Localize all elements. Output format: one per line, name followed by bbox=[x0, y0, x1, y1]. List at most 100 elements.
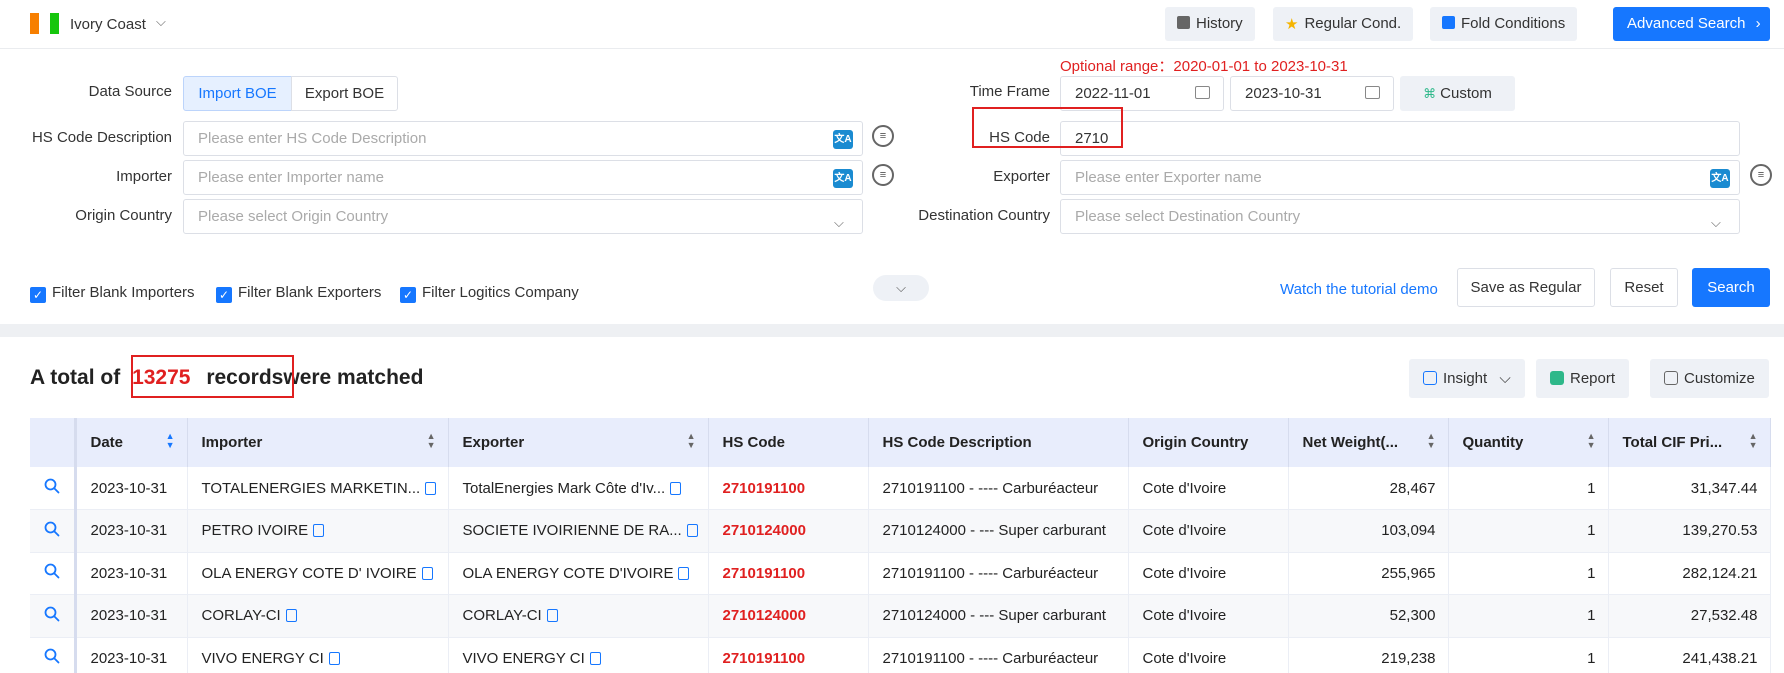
end-date-input[interactable]: 2023-10-31 bbox=[1230, 76, 1394, 111]
cell-exporter[interactable]: SOCIETE IVOIRIENNE DE RA... bbox=[448, 509, 709, 553]
row-detail-button[interactable] bbox=[30, 467, 77, 510]
import-boe-tab[interactable]: Import BOE bbox=[183, 76, 292, 111]
row-detail-button[interactable] bbox=[30, 509, 77, 553]
hs-code-input[interactable]: 2710 bbox=[1060, 121, 1740, 156]
table-row[interactable]: 2023-10-31 CORLAY-CI CORLAY-CI 2710124000 27… bbox=[30, 594, 1771, 638]
start-date-input[interactable]: 2022-11-01 bbox=[1060, 76, 1224, 111]
translate-icon[interactable]: 文A bbox=[1710, 169, 1730, 188]
copy-icon[interactable] bbox=[421, 566, 433, 580]
translate-icon[interactable]: 文A bbox=[833, 169, 853, 188]
hs-desc-input[interactable]: Please enter HS Code Description 文A bbox=[183, 121, 863, 156]
search-button[interactable]: Search bbox=[1692, 268, 1770, 307]
cell-importer[interactable]: VIVO ENERGY CI bbox=[187, 637, 449, 673]
export-boe-tab[interactable]: Export BOE bbox=[291, 76, 398, 111]
save-as-regular-button[interactable]: Save as Regular bbox=[1457, 268, 1595, 307]
cell-text: PETRO IVOIRE bbox=[201, 522, 309, 540]
table-row[interactable]: 2023-10-31 OLA ENERGY COTE D' IVOIRE OLA E… bbox=[30, 552, 1771, 595]
copy-icon[interactable] bbox=[285, 609, 297, 623]
cell-importer[interactable]: PETRO IVOIRE bbox=[187, 509, 449, 553]
data-source-label: Data Source bbox=[88, 83, 172, 100]
cell-hs-desc: 2710191100 - ---- Carburéacteur bbox=[868, 552, 1129, 595]
destination-country-select[interactable]: Please select Destination Country ⌵ bbox=[1060, 199, 1740, 234]
cell-text: 1 bbox=[1587, 564, 1596, 582]
cell-text: 2710124000 bbox=[722, 522, 806, 540]
cell-hs-code: 2710191100 bbox=[708, 552, 869, 595]
custom-date-button[interactable]: ⌘ Custom bbox=[1400, 76, 1515, 111]
advanced-search-button[interactable]: Advanced Search › bbox=[1613, 7, 1770, 41]
cell-exporter[interactable]: CORLAY-CI bbox=[448, 594, 709, 638]
cell-text: Cote d'Ivoire bbox=[1142, 607, 1227, 625]
chevron-down-icon[interactable]: ⌵ bbox=[156, 14, 166, 30]
sort-icon[interactable]: ▲ ▼ bbox=[687, 432, 696, 450]
reset-button[interactable]: Reset bbox=[1610, 268, 1678, 307]
filter-blank-importers-checkbox[interactable]: ✓ Filter Blank Importers bbox=[30, 283, 195, 303]
copy-icon[interactable] bbox=[589, 651, 601, 665]
tutorial-link[interactable]: Watch the tutorial demo bbox=[1280, 281, 1438, 298]
row-detail-button[interactable] bbox=[30, 637, 77, 673]
multi-select-icon[interactable]: ≡ bbox=[1750, 164, 1772, 186]
copy-icon[interactable] bbox=[686, 524, 698, 538]
multi-select-icon[interactable]: ≡ bbox=[872, 164, 894, 186]
fold-conditions-button[interactable]: Fold Conditions bbox=[1430, 7, 1578, 41]
cell-quantity: 1 bbox=[1448, 467, 1609, 510]
filter-logistics-checkbox[interactable]: ✓ Filter Logitics Company bbox=[400, 283, 579, 303]
report-label: Report bbox=[1570, 370, 1616, 387]
customize-button[interactable]: Customize bbox=[1650, 359, 1769, 398]
report-button[interactable]: Report bbox=[1536, 359, 1630, 398]
column-header-total-cif[interactable]: Total CIF Pri... ▲ ▼ bbox=[1608, 418, 1771, 467]
calendar-icon bbox=[1195, 86, 1210, 99]
copy-icon[interactable] bbox=[313, 524, 325, 538]
row-detail-button[interactable] bbox=[30, 552, 77, 595]
sort-icon[interactable]: ▲ ▼ bbox=[1749, 432, 1758, 450]
sort-icon[interactable]: ▲ ▼ bbox=[1427, 432, 1436, 450]
cell-importer[interactable]: OLA ENERGY COTE D' IVOIRE bbox=[187, 552, 449, 595]
origin-country-select[interactable]: Please select Origin Country ⌵ bbox=[183, 199, 863, 234]
cell-exporter[interactable]: VIVO ENERGY CI bbox=[448, 637, 709, 673]
cell-exporter[interactable]: OLA ENERGY COTE D'IVOIRE bbox=[448, 552, 709, 595]
chevron-right-icon: › bbox=[1755, 15, 1761, 32]
cell-exporter[interactable]: TotalEnergies Mark Côte d'Iv... bbox=[448, 467, 709, 510]
copy-icon[interactable] bbox=[546, 609, 558, 623]
expand-filters-button[interactable]: ⌵ bbox=[873, 275, 929, 301]
insight-dropdown[interactable]: Insight ⌵ bbox=[1409, 359, 1525, 398]
cell-importer[interactable]: CORLAY-CI bbox=[187, 594, 449, 638]
cell-hs-desc: 2710191100 - ---- Carburéacteur bbox=[868, 467, 1129, 510]
dest-placeholder: Please select Destination Country bbox=[1075, 208, 1301, 225]
cell-hs-desc: 2710191100 - ---- Carburéacteur bbox=[868, 637, 1129, 673]
column-header-date[interactable]: Date ▲ ▼ bbox=[75, 418, 188, 467]
translate-icon[interactable]: 文A bbox=[833, 130, 853, 149]
column-label: Origin Country bbox=[1142, 434, 1249, 451]
cell-text: VIVO ENERGY CI bbox=[201, 649, 324, 667]
cell-text: 2023-10-31 bbox=[90, 564, 168, 582]
column-header-exporter[interactable]: Exporter ▲ ▼ bbox=[448, 418, 709, 467]
table-row[interactable]: 2023-10-31 TOTALENERGIES MARKETIN... Total… bbox=[30, 467, 1771, 510]
checkbox-checked-icon: ✓ bbox=[400, 287, 416, 303]
column-header-importer[interactable]: Importer ▲ ▼ bbox=[187, 418, 449, 467]
filter-importers-label: Filter Blank Importers bbox=[52, 284, 195, 301]
column-label: Quantity bbox=[1462, 434, 1524, 451]
row-detail-button[interactable] bbox=[30, 594, 77, 638]
copy-icon[interactable] bbox=[425, 481, 437, 495]
history-button[interactable]: History bbox=[1165, 7, 1255, 41]
table-row[interactable]: 2023-10-31 PETRO IVOIRE SOCIETE IVOIRIENNE… bbox=[30, 509, 1771, 553]
column-header-quantity[interactable]: Quantity ▲ ▼ bbox=[1448, 418, 1609, 467]
table-row[interactable]: 2023-10-31 VIVO ENERGY CI VIVO ENERGY CI 27… bbox=[30, 637, 1771, 673]
cell-importer[interactable]: TOTALENERGIES MARKETIN... bbox=[187, 467, 449, 510]
cell-text: TotalEnergies Mark Côte d'Iv... bbox=[462, 479, 666, 497]
copy-icon[interactable] bbox=[328, 651, 340, 665]
country-selector[interactable]: Ivory Coast bbox=[70, 16, 146, 33]
copy-icon[interactable] bbox=[670, 481, 682, 495]
magnifier-icon bbox=[44, 478, 60, 498]
column-header-net-weight[interactable]: Net Weight(... ▲ ▼ bbox=[1288, 418, 1449, 467]
sort-icon[interactable]: ▲ ▼ bbox=[166, 432, 175, 450]
sort-icon[interactable]: ▲ ▼ bbox=[427, 432, 436, 450]
filter-blank-exporters-checkbox[interactable]: ✓ Filter Blank Exporters bbox=[216, 283, 381, 303]
sort-icon[interactable]: ▲ ▼ bbox=[1587, 432, 1596, 450]
importer-input[interactable]: Please enter Importer name 文A bbox=[183, 160, 863, 195]
regular-cond-button[interactable]: ★ Regular Cond. bbox=[1273, 7, 1414, 41]
multi-select-icon[interactable]: ≡ bbox=[872, 125, 894, 147]
copy-icon[interactable] bbox=[678, 566, 690, 580]
cell-text: 2710124000 - --- Super carburant bbox=[882, 607, 1106, 625]
exporter-input[interactable]: Please enter Exporter name 文A bbox=[1060, 160, 1740, 195]
origin-country-label: Origin Country bbox=[75, 207, 172, 224]
